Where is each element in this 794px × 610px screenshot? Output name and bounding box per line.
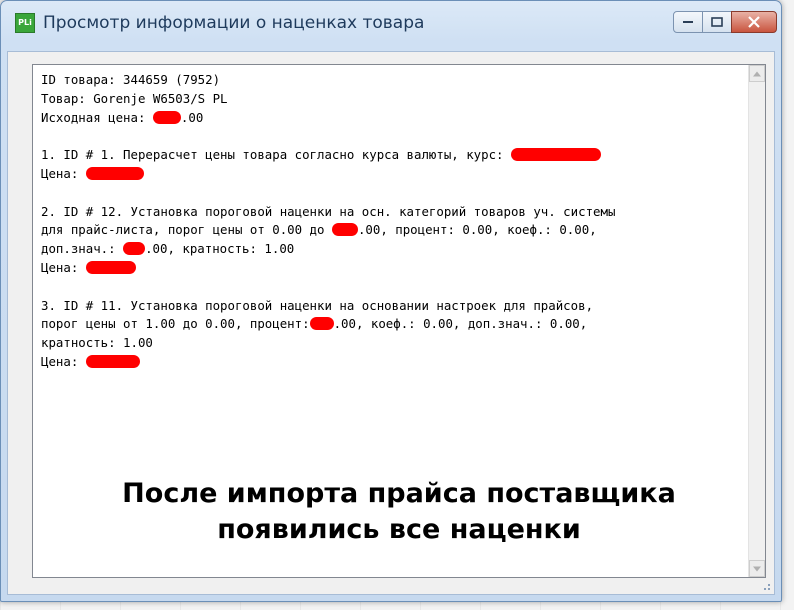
scroll-up-button[interactable] — [749, 65, 765, 82]
scroll-up-icon — [753, 71, 761, 76]
info-line-rule-1: 1. ID # 1. Перерасчет цены товара соглас… — [41, 146, 741, 165]
redaction-mark — [152, 110, 181, 124]
info-line-price-1: Цена: — [41, 165, 741, 184]
redaction-mark — [85, 260, 136, 274]
info-line-rule-11: 3. ID # 11. Установка пороговой наценки … — [41, 297, 594, 313]
title-bar[interactable]: PLi Просмотр информации о наценках товар… — [1, 1, 781, 49]
caption-line-1: После импорта прайса поставщика — [122, 478, 676, 509]
scroll-down-button[interactable] — [749, 560, 765, 577]
window-title: Просмотр информации о наценках товара — [43, 13, 425, 33]
redaction-mark — [123, 242, 146, 256]
info-line-rule-11-multiplicity: кратность: 1.00 — [41, 335, 153, 351]
redaction-mark — [309, 317, 334, 331]
scroll-down-icon — [753, 566, 761, 571]
info-line-product: Товар: Gorenje W6503/S PL — [41, 90, 228, 106]
minimize-button[interactable] — [673, 11, 703, 33]
window-controls — [673, 11, 777, 35]
caption-line-2: появились все наценки — [217, 514, 581, 545]
app-icon: PLi — [15, 13, 35, 33]
maximize-button[interactable] — [702, 11, 732, 33]
info-line-rule-12-threshold: для прайс-листа, порог цены от 0.00 до .… — [41, 222, 597, 238]
redaction-mark — [85, 354, 140, 368]
info-line-price-11: Цена: — [41, 353, 741, 372]
info-line-price-12: Цена: — [41, 259, 741, 278]
info-line-source-price: Исходная цена: .00 — [41, 109, 204, 125]
redaction-mark — [85, 166, 144, 180]
info-line-product-id: ID товара: 344659 (7952) — [41, 72, 221, 87]
markup-info-text: ID товара: 344659 (7952) Товар: Gorenje … — [41, 71, 741, 372]
window-client-area: ID товара: 344659 (7952) Товар: Gorenje … — [7, 51, 775, 595]
info-line-rule-11-threshold: порог цены от 1.00 до 0.00, процент: .00,… — [41, 316, 588, 332]
maximize-icon — [711, 17, 723, 27]
resize-grip-icon[interactable] — [760, 580, 772, 592]
markup-info-window: PLi Просмотр информации о наценках товар… — [0, 0, 782, 602]
close-button[interactable] — [731, 11, 777, 33]
redaction-mark — [510, 148, 601, 162]
info-line-rule-12-addvalue: доп.знач.: .00, кратность: 1.00 — [41, 241, 295, 257]
close-icon — [748, 16, 760, 28]
info-line-rule-12: 2. ID # 12. Установка пороговой наценки … — [41, 203, 616, 219]
redaction-mark — [331, 223, 358, 237]
minimize-icon — [683, 21, 693, 23]
annotation-caption: После импорта прайса поставщика появилис… — [32, 476, 766, 548]
desktop: PLi Просмотр информации о наценках товар… — [0, 0, 794, 610]
